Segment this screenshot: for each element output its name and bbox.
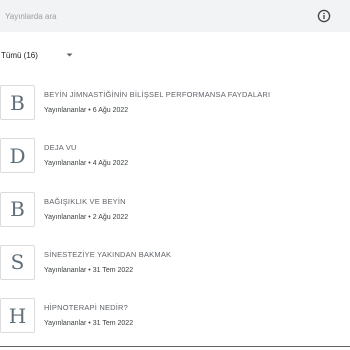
search-bar: [0, 0, 350, 32]
post-date: 4 Ağu 2022: [92, 160, 129, 168]
post-date: 2 Ağu 2022: [92, 213, 129, 221]
post-status: Yayınlananlar: [44, 320, 87, 328]
post-title: DEJA VU: [44, 143, 77, 153]
post-meta: Yayınlananlar • 6 Ağu 2022: [44, 107, 344, 114]
post-status: Yayınlananlar: [44, 266, 87, 274]
post-avatar: S: [0, 244, 35, 280]
post-date: 6 Ağu 2022: [92, 107, 129, 114]
filter-dropdown[interactable]: Tümü (16): [0, 43, 100, 67]
post-list: B BEYİN JİMNASTİĞİNİN BİLİŞSEL PERFORMAN…: [0, 80, 350, 346]
search-input[interactable]: [0, 0, 300, 32]
meta-separator: •: [88, 213, 91, 221]
post-item[interactable]: B BEYİN JİMNASTİĞİNİN BİLİŞSEL PERFORMAN…: [0, 80, 350, 133]
info-icon[interactable]: [317, 9, 331, 23]
meta-separator: •: [88, 320, 91, 328]
post-title: BAĞIŞIKLIK VE BEYİN: [44, 196, 126, 206]
post-meta: Yayınlananlar • 2 Ağu 2022: [44, 214, 344, 221]
post-avatar: H: [0, 298, 35, 334]
post-status: Yayınlananlar: [44, 160, 87, 168]
post-item[interactable]: H HİPNOTERAPİ NEDİR? Yayınlananlar • 31 Te…: [0, 293, 350, 346]
post-date: 31 Tem 2022: [92, 266, 134, 274]
post-avatar: D: [0, 138, 35, 174]
post-avatar: B: [0, 191, 35, 227]
post-date: 31 Tem 2022: [92, 320, 134, 328]
post-item[interactable]: D DEJA VU Yayınlananlar • 4 Ağu 2022: [0, 133, 350, 186]
post-item[interactable]: S SİNESTEZİYE YAKINDAN BAKMAK Yayınlanan…: [0, 240, 350, 293]
post-meta: Yayınlananlar • 4 Ağu 2022: [44, 160, 344, 167]
filter-label: Tümü (16): [1, 50, 38, 60]
post-status: Yayınlananlar: [44, 107, 87, 114]
post-status: Yayınlananlar: [44, 213, 87, 221]
post-meta: Yayınlananlar • 31 Tem 2022: [44, 267, 344, 274]
post-title: BEYİN JİMNASTİĞİNİN BİLİŞSEL PERFORMANSA…: [44, 90, 271, 99]
chevron-down-icon: [66, 53, 73, 57]
meta-separator: •: [88, 266, 91, 274]
meta-separator: •: [88, 107, 91, 114]
post-title: HİPNOTERAPİ NEDİR?: [44, 303, 129, 313]
post-meta: Yayınlananlar • 31 Tem 2022: [44, 320, 344, 327]
post-item[interactable]: B BAĞIŞIKLIK VE BEYİN Yayınlananlar • 2 Ağ…: [0, 187, 350, 240]
meta-separator: •: [88, 160, 91, 168]
post-title: SİNESTEZİYE YAKINDAN BAKMAK: [44, 249, 172, 259]
divider: [0, 346, 350, 347]
post-avatar: B: [0, 85, 35, 120]
